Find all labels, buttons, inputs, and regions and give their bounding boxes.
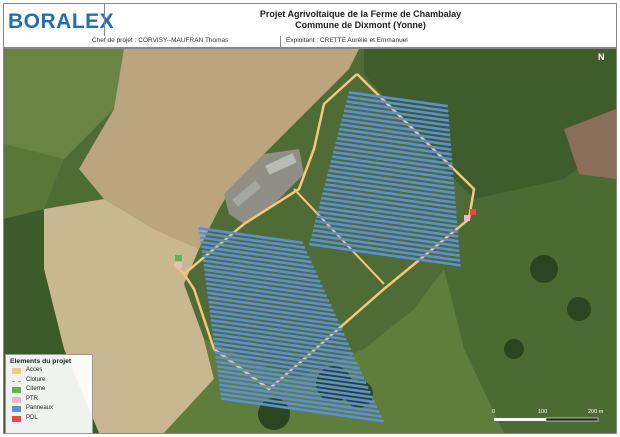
legend-item: Cloture [6, 377, 92, 387]
legend-title: Elements du projet [10, 358, 72, 365]
aerial-map[interactable] [3, 48, 617, 434]
map-canvas [4, 49, 616, 433]
legend-label: Acces [26, 367, 43, 373]
legend-swatch [12, 368, 21, 374]
legend-swatch [12, 406, 21, 412]
ptr-marker [175, 262, 182, 268]
legend-swatch [12, 415, 21, 422]
legend-item: Acces [6, 367, 92, 377]
legend-item: PTR [6, 396, 92, 406]
exploitant-label: Exploitant : CRETTE Aurélie et Emmanuel [286, 37, 408, 44]
boralex-logo: BORALEX [8, 10, 115, 33]
legend-item: Panneaux [6, 405, 92, 415]
legend-label: Panneaux [26, 405, 54, 411]
pdl-marker [470, 209, 476, 215]
scale-segment [545, 417, 599, 422]
legend-swatch [12, 380, 21, 382]
scale-bar: 0 100 200 m [488, 408, 608, 428]
legend-label: Citerne [26, 386, 46, 392]
scale-label-200: 200 m [588, 409, 604, 415]
citerne-marker [175, 255, 182, 261]
info-bar: Chef de projet : CORVISY--MAUFRAN Thomas… [3, 36, 617, 48]
legend-swatch [12, 396, 21, 403]
north-arrow: N [598, 52, 605, 62]
tree-cluster [530, 255, 558, 283]
legend-swatch [12, 387, 21, 393]
ptr-marker-east [464, 215, 470, 221]
legend-label: PTR [26, 395, 38, 402]
header: BORALEX Projet Agrivoltaique de la Ferme… [3, 3, 617, 38]
title-box: Projet Agrivoltaique de la Ferme de Cham… [104, 4, 616, 37]
commune-title: Commune de Dixmont (Yonne) [295, 20, 426, 30]
scale-label-100: 100 [538, 409, 548, 415]
legend-item: PDL [6, 415, 92, 425]
tree-cluster [504, 339, 524, 359]
legend-item: Citerne [6, 386, 92, 396]
info-divider [280, 36, 281, 47]
legend-rows: Acces Cloture Citerne PTR Panneaux PDL [6, 367, 92, 424]
map-frame: BORALEX Projet Agrivoltaique de la Ferme… [0, 0, 620, 437]
legend-label: PDL [26, 414, 38, 421]
scale-segment [494, 418, 546, 421]
project-title: Projet Agrivoltaique de la Ferme de Cham… [259, 9, 462, 19]
chef-projet-label: Chef de projet : CORVISY--MAUFRAN Thomas [92, 37, 229, 44]
tree-cluster [567, 297, 591, 321]
legend: Elements du projet Acces Cloture Citerne PT… [5, 354, 93, 434]
legend-label: Cloture [26, 376, 46, 383]
scale-label-0: 0 [492, 409, 496, 415]
